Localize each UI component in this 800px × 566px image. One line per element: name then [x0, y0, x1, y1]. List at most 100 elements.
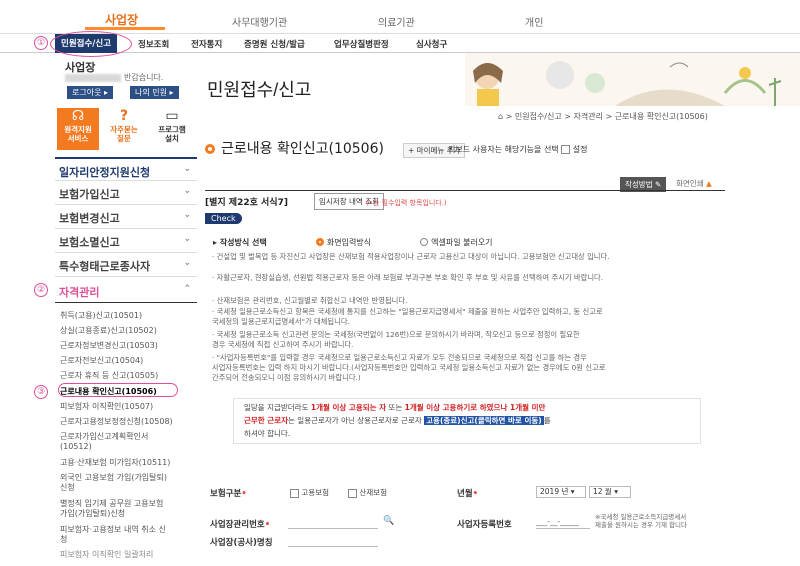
guide-label: 작성방법	[625, 180, 653, 189]
faq-button[interactable]: ? 자주묻는 질문	[103, 108, 145, 150]
form-number: [별지 제22호 서식7]	[205, 198, 288, 208]
sidebar-item-qualification[interactable]: 자격관리 ⌃	[55, 279, 197, 303]
cb-employment-label: 고용보험	[301, 488, 329, 497]
yearmonth-text: 년월	[457, 489, 473, 499]
tab-medical[interactable]: 의료기관	[378, 14, 415, 29]
radio-excel-import[interactable]	[420, 238, 429, 246]
chevron-down-icon: ⌄	[183, 210, 191, 220]
print-link[interactable]: 화면인쇄 ▲	[676, 178, 712, 189]
sub-item-cancel[interactable]: 피보험자·고용정보 내역 취소 신	[60, 525, 195, 535]
sidebar-item-insurance-join[interactable]: 보험가입신고 ⌄	[55, 181, 197, 205]
info-red-text: 1개월 이상 고용하기로 하였으나 1개월 미만	[404, 403, 546, 412]
year-value: 2019 년	[540, 487, 569, 496]
headset-icon: ☊	[71, 108, 85, 124]
method-label: ▸ 작성방식 선택	[213, 238, 267, 247]
sub-item-10505[interactable]: 근로자 휴직 등 신고(10505)	[60, 371, 195, 381]
note-line: 국세청의 일용근로지급명세서"가 대체됩니다.	[212, 317, 350, 326]
method-select: ▸ 작성방식 선택 화면입력방식 엑셀파일 불러오기	[213, 237, 493, 248]
site-name-input[interactable]	[288, 535, 378, 547]
tab-personal[interactable]: 개인	[525, 14, 543, 29]
info-text: 는 일용근로자가 아닌 상용근로자로 근로자	[288, 416, 425, 425]
remote-support-button[interactable]: ☊ 원격지원 서비스	[57, 108, 99, 150]
tab-agency[interactable]: 사무대행기관	[232, 14, 287, 29]
sub-item-10504[interactable]: 근로자전보신고(10504)	[60, 356, 195, 366]
note-line: · "사업자등록번호"를 입력할 경우 국세청으로 일용근로소득신고 자료가 모…	[212, 353, 587, 362]
sidebar-item-special-workers[interactable]: 특수형태근로종사자 ⌄	[55, 253, 197, 277]
section-label: 보험소멸신고	[59, 236, 120, 249]
required-note: (•는 필수입력 항목입니다.)	[366, 199, 447, 207]
logout-button[interactable]: 로그아웃 ▸	[67, 86, 114, 99]
sub-item-10502[interactable]: 상실(고용종료)신고(10502)	[60, 326, 195, 336]
chevron-down-icon: ⌄	[183, 258, 191, 268]
chevron-down-icon: ⌄	[183, 234, 191, 244]
note-line: 사업자등록번호는 입력 하지 마시기 바랍니다.(사업자등록번호만 입력하고 국…	[212, 363, 606, 372]
sub-item-10507[interactable]: 피보험자 이직확인(10507)	[60, 402, 195, 412]
menu-e-notice[interactable]: 전자통지	[191, 38, 222, 50]
pencil-icon: ✎	[655, 180, 662, 189]
search-icon[interactable]: 🔍	[383, 516, 394, 526]
info-line-2: 근무한 근로자는 일용근로자가 아닌 상용근로자로 근로자 고용(종료)신고(클…	[244, 414, 704, 427]
my-civil-label: 나의 민원	[135, 88, 167, 97]
sidebar-item-insurance-change[interactable]: 보험변경신고 ⌄	[55, 205, 197, 229]
sub-item-foreigner-cont[interactable]: 신청	[60, 483, 195, 493]
note-line: 경우 국세청에 직접 신고하여 주시기 바랍니다.	[212, 340, 354, 349]
check-tag: Check	[205, 213, 242, 224]
month-select[interactable]: 12 월 ▾	[589, 486, 631, 498]
note-line: · 자활근로자, 현장실습생, 선원법 적용근로자 등은 아래 보험료 부과구분…	[212, 273, 604, 282]
sub-item-10503[interactable]: 근로자정보변경신고(10503)	[60, 341, 195, 351]
mgmt-number-input[interactable]	[288, 517, 378, 529]
sub-item-official-cont[interactable]: 가입(가입탈퇴)신청	[60, 509, 195, 519]
print-icon: ▲	[706, 179, 712, 188]
sub-item-10511[interactable]: 고용·산재보험 미가입자(10511)	[60, 458, 195, 468]
cb-employment[interactable]: 고용보험	[290, 487, 329, 498]
section-title: 근로내용 확인신고(10506)	[205, 138, 384, 158]
checkbox-industrial[interactable]	[348, 488, 357, 498]
sub-item-10508[interactable]: 근로자고용정보정정신청(10508)	[60, 417, 195, 427]
sidebar-item-job-stability[interactable]: 일자리안정지원신청 ⌄	[55, 157, 197, 181]
note-line: · 국세청 일용근로소득신고 항목은 국세청에 통지를 신고하는 "일용근로지급…	[212, 307, 603, 316]
arrow-right-icon: ▸	[213, 238, 220, 247]
chevron-down-icon: ⌄	[183, 186, 191, 196]
note-line: · 국세청 일용근로소득 신고관련 문의는 국세청(국번없이 126번)으로 문…	[212, 330, 580, 339]
checkbox-employment[interactable]	[290, 488, 299, 498]
annotation-2: ②	[34, 283, 48, 297]
menu-info-lookup[interactable]: 정보조회	[138, 38, 169, 50]
sub-item-10501[interactable]: 취득(고용)신고(10501)	[60, 311, 195, 321]
note-line: 간주되어 전송되오니 이점 유의하시기 바랍니다.)	[212, 373, 361, 382]
employment-report-link[interactable]: 고용(종료)신고(클릭하면 바로 이동)	[424, 416, 544, 425]
note-line: · 건설업 및 벌목업 등 자진신고 사업장은 산재보험 적용사업장이나 근로자…	[212, 252, 610, 261]
radio-screen-label: 화면입력방식	[326, 238, 372, 247]
sidebar-item-insurance-end[interactable]: 보험소멸신고 ⌄	[55, 229, 197, 253]
circle-bullet-icon	[205, 144, 215, 154]
keyboard-checkbox[interactable]	[561, 145, 571, 154]
menu-disease-decision[interactable]: 업무상질병판정	[334, 38, 389, 50]
highlight-oval	[58, 383, 178, 397]
svc-label: 서비스	[67, 134, 89, 143]
info-red-text: 1개월 이상 고용되는 자	[310, 403, 387, 412]
annotation-1: ①	[34, 36, 48, 50]
cb-industrial[interactable]: 산재보험	[348, 487, 387, 498]
insurance-type-label: 보험구분•	[210, 487, 247, 499]
sub-item-cancel-cont[interactable]: 청	[60, 535, 195, 545]
bizno-placeholder: ___-__-_____	[536, 517, 579, 526]
month-value: 12 월	[593, 487, 612, 496]
svc-label: 자주묻는	[110, 125, 138, 134]
sub-item-10512[interactable]: 근로자가입신고계획확인서	[60, 432, 195, 442]
sub-item-official[interactable]: 별정직 임기제 공무원 고용보험	[60, 499, 195, 509]
sub-item-foreigner[interactable]: 외국인 고용보험 가입(가입탈퇴)	[60, 473, 195, 483]
menu-appeal[interactable]: 심사청구	[416, 38, 447, 50]
tab-business[interactable]: 사업장	[105, 11, 138, 28]
menu-certificate[interactable]: 증명원 신청/발급	[244, 38, 305, 50]
svc-label: 질문	[117, 134, 131, 143]
bizno-note: ※국세청 일용근로소득지급명세서 제출을 원하시는 경우 기재 합니다	[595, 513, 725, 529]
radio-screen-input[interactable]	[315, 238, 324, 246]
my-civil-button[interactable]: 나의 민원 ▸	[130, 86, 179, 99]
divider	[205, 190, 725, 191]
sub-item-batch[interactable]: 피보험자 이직확인 일괄처리	[60, 550, 195, 560]
year-select[interactable]: 2019 년 ▾	[536, 486, 586, 498]
sidebar: 사업장 반갑습니다. 로그아웃 ▸ 나의 민원 ▸ ☊ 원격지원 서비스 ? 자…	[55, 53, 197, 566]
program-install-button[interactable]: ▭ 프로그램 설치	[151, 108, 193, 150]
bizno-note-2: 제출을 원하시는 경우 기재 합니다	[595, 520, 687, 529]
bizno-input[interactable]: ___-__-_____	[536, 517, 590, 529]
sub-item-10512-cont[interactable]: (10512)	[60, 442, 195, 452]
